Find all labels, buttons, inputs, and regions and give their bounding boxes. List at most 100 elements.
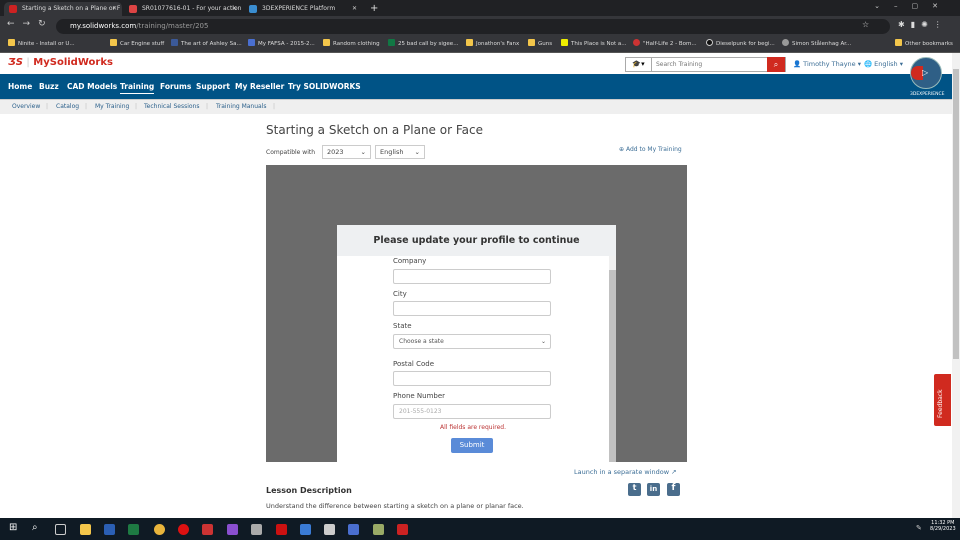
bookmark[interactable]: Car Engine stuff — [110, 39, 164, 47]
tab-gmail[interactable]: SR01077616-01 - For your action ✕ — [124, 2, 242, 16]
modal-title: Please update your profile to continue — [337, 225, 616, 256]
bookmark-label: Simon Stålenhag Ar... — [792, 41, 852, 47]
bookmark-label: Dieselpunk for begi... — [716, 41, 775, 47]
subnav-my-training[interactable]: My Training — [95, 103, 129, 110]
user-menu[interactable]: 👤 Timothy Thayne ▾ — [793, 60, 861, 68]
bookmark-other[interactable]: Other bookmarks — [895, 39, 953, 47]
modal-scrollbar[interactable] — [609, 256, 616, 462]
bookmark-label: Jonathon's Fanx — [476, 41, 520, 47]
task-view-icon[interactable] — [55, 524, 66, 535]
bookmark[interactable]: The art of Ashley Sa... — [171, 39, 242, 47]
language-menu[interactable]: 🌐 English ▾ — [864, 60, 903, 68]
ds-logo-icon: ƷS — [8, 57, 23, 68]
phone-input[interactable]: 201-555-0123 — [393, 404, 551, 419]
close-icon[interactable]: ✕ — [352, 2, 357, 16]
bookmark-label: Other bookmarks — [905, 41, 953, 47]
subnav-catalog[interactable]: Catalog — [56, 103, 79, 110]
solidworks-taskbar-icon[interactable] — [397, 524, 408, 535]
nav-home[interactable]: Home — [8, 82, 32, 91]
bookmark[interactable]: Dieselpunk for begi... — [706, 39, 775, 47]
windows-start-icon[interactable]: ⊞ — [9, 522, 17, 533]
state-select[interactable]: Choose a state ⌄ — [393, 334, 551, 349]
language-select[interactable]: English ⌄ — [375, 145, 425, 159]
bookmark[interactable]: Random clothing — [323, 39, 380, 47]
app-icon[interactable] — [202, 524, 213, 535]
chrome-icon[interactable] — [154, 524, 165, 535]
excel-icon[interactable] — [128, 524, 139, 535]
version-value: 2023 — [327, 148, 344, 156]
linkedin-icon[interactable]: in — [647, 483, 660, 496]
error-message: All fields are required. — [440, 424, 506, 431]
compass-icon[interactable]: ▷ — [910, 57, 942, 89]
submit-button[interactable]: Submit — [451, 438, 493, 453]
url-host: my.solidworks.com — [70, 22, 137, 30]
add-to-training-link[interactable]: ⊕ Add to My Training — [619, 146, 682, 153]
app-icon[interactable] — [373, 524, 384, 535]
feedback-tab[interactable]: Feedback — [934, 374, 951, 426]
bookmark[interactable]: Simon Stålenhag Ar... — [782, 39, 851, 47]
file-explorer-icon[interactable] — [80, 524, 91, 535]
company-input[interactable] — [393, 269, 551, 284]
gmail-icon — [129, 5, 137, 13]
search-input[interactable] — [653, 58, 767, 71]
nav-my-reseller[interactable]: My Reseller — [235, 82, 284, 91]
twitter-icon[interactable]: t — [628, 483, 641, 496]
nav-try-solidworks[interactable]: Try SOLIDWORKS — [288, 82, 361, 91]
address-bar[interactable]: my.solidworks.com/training/master/205 — [56, 19, 890, 34]
phone-label: Phone Number — [393, 392, 446, 400]
opera-icon[interactable] — [178, 524, 189, 535]
subnav-overview[interactable]: Overview — [12, 103, 40, 110]
app-icon[interactable] — [348, 524, 359, 535]
bookmark-label: Car Engine stuff — [120, 41, 165, 47]
nav-cad-models[interactable]: CAD Models — [67, 82, 117, 91]
new-tab-button[interactable]: + — [366, 2, 378, 16]
word-icon[interactable] — [104, 524, 115, 535]
star-icon[interactable]: ☆ — [862, 20, 869, 29]
nav-buttons[interactable]: ←→↻ — [7, 19, 54, 29]
bookmark[interactable]: This Place is Not a... — [561, 39, 627, 47]
graduation-cap-icon[interactable]: 🎓▾ — [626, 58, 652, 71]
subnav-training-manuals[interactable]: Training Manuals — [216, 103, 267, 110]
search-icon[interactable]: ⌕ — [32, 522, 38, 533]
nav-support[interactable]: Support — [196, 82, 230, 91]
acrobat-icon[interactable] — [276, 524, 287, 535]
logo[interactable]: ƷS | MySolidWorks — [8, 57, 113, 68]
bookmark[interactable]: My FAFSA - 2015-2... — [248, 39, 315, 47]
chevron-down-icon: ⌄ — [414, 148, 420, 156]
facebook-icon[interactable]: f — [667, 483, 680, 496]
window-controls[interactable]: ⌄–▢✕ — [874, 2, 952, 10]
compatible-label: Compatible with — [266, 149, 316, 156]
bookmark-label: My FAFSA - 2015-2... — [258, 41, 315, 47]
bookmark-label: 25 bad call by sigee... — [398, 41, 459, 47]
close-icon[interactable]: ✕ — [232, 2, 237, 16]
city-input[interactable] — [393, 301, 551, 316]
close-icon[interactable]: ✕ — [112, 2, 117, 16]
version-select[interactable]: 2023 ⌄ — [322, 145, 371, 159]
bookmark[interactable]: Ninite - Install or U... — [8, 39, 75, 47]
tab-solidworks[interactable]: Starting a Sketch on a Plane or F ✕ — [4, 2, 122, 16]
bookmark[interactable]: 25 bad call by sigee... — [388, 39, 458, 47]
visual-studio-icon[interactable] — [227, 524, 238, 535]
bookmark[interactable]: "Half-Life 2 - Bom... — [633, 39, 697, 47]
nav-forums[interactable]: Forums — [160, 82, 191, 91]
city-label: City — [393, 290, 407, 298]
search-button[interactable]: ⌕ — [767, 57, 785, 72]
language-value: English — [380, 148, 404, 156]
tab-3dexperience[interactable]: 3DEXPERIENCE Platform ✕ — [244, 2, 362, 16]
extension-icons[interactable]: ✱▮✺⋮ — [898, 20, 948, 29]
postal-code-input[interactable] — [393, 371, 551, 386]
bookmark[interactable]: Guns — [528, 39, 552, 47]
app-icon[interactable] — [251, 524, 262, 535]
page-scrollbar[interactable] — [952, 53, 960, 518]
nav-training[interactable]: Training — [120, 82, 155, 94]
nav-buzz[interactable]: Buzz — [39, 82, 59, 91]
lesson-text: Understand the difference between starti… — [266, 502, 524, 510]
bookmark[interactable]: Jonathon's Fanx — [466, 39, 519, 47]
date: 8/29/2023 — [930, 526, 956, 532]
taskbar: ⊞ ⌕ ✎ 11:32 PM 8/29/2023 — [0, 518, 960, 540]
launch-separate-window-link[interactable]: Launch in a separate window ↗ — [574, 468, 677, 476]
app-icon[interactable] — [300, 524, 311, 535]
clock[interactable]: 11:32 PM 8/29/2023 — [930, 520, 956, 532]
steam-icon[interactable] — [324, 524, 335, 535]
subnav-technical-sessions[interactable]: Technical Sessions — [144, 103, 199, 110]
